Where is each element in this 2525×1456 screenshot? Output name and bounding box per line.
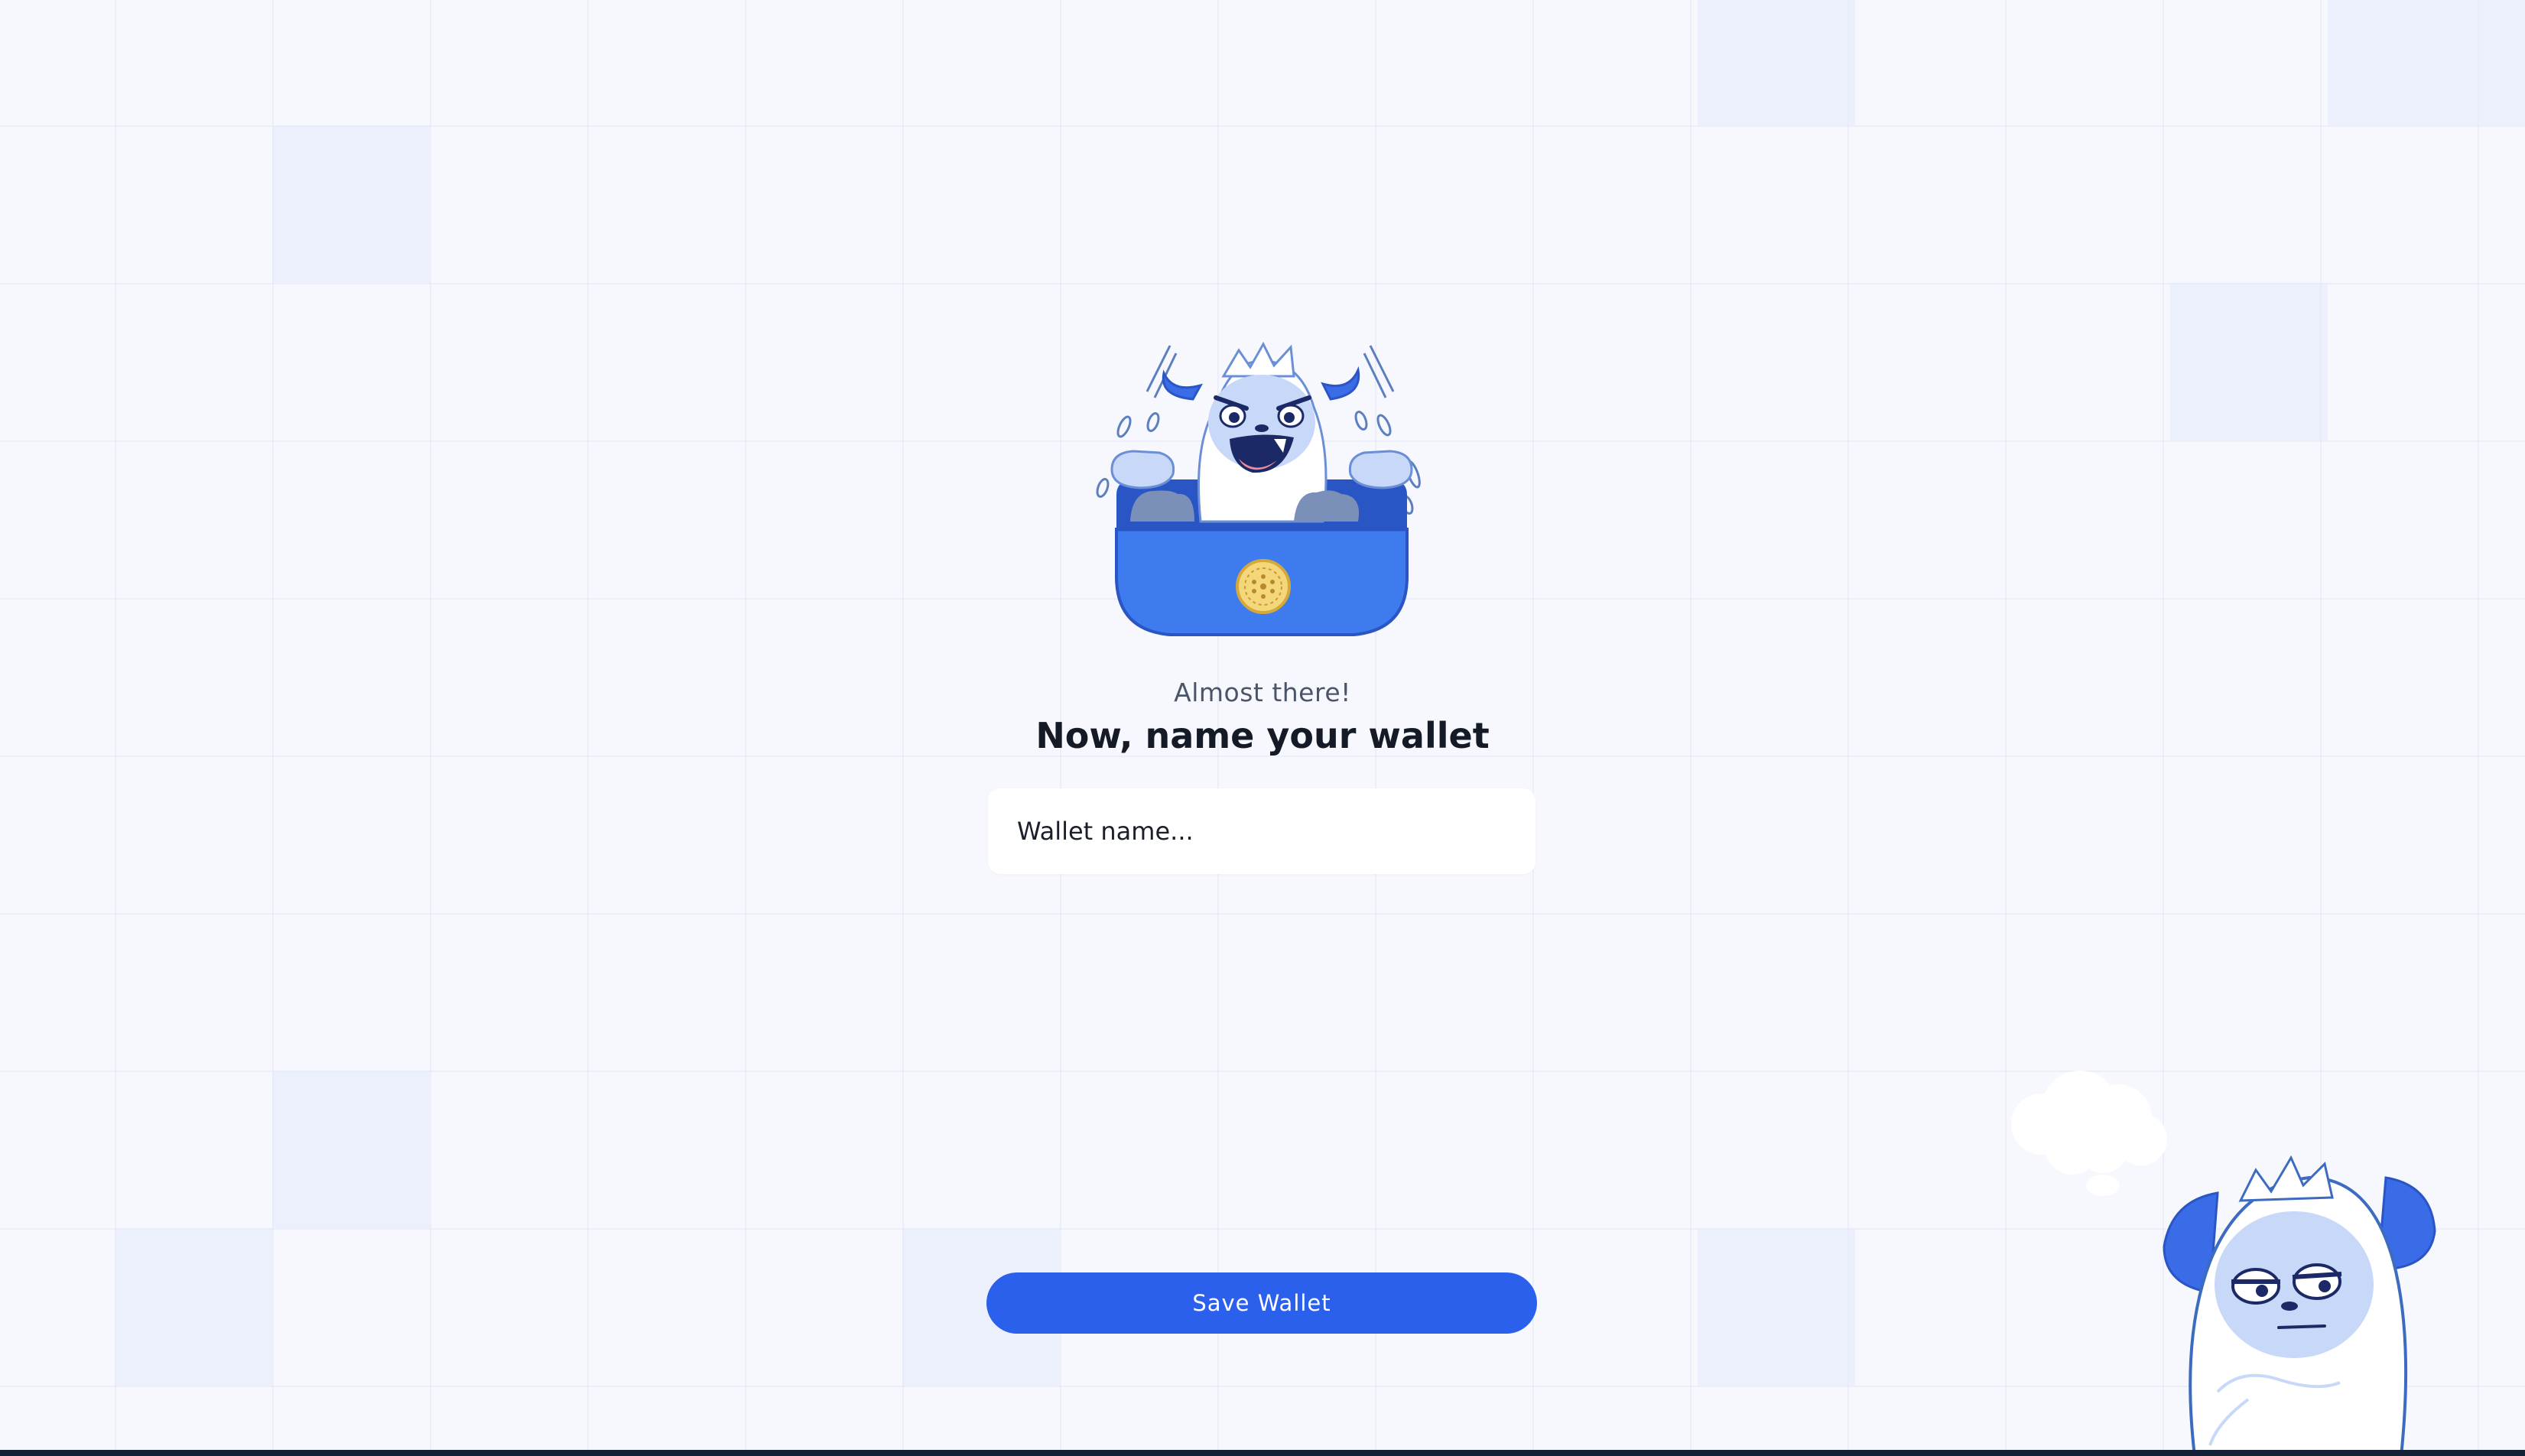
yeti-in-wallet-icon [1096,341,1421,636]
coin-icon [1236,559,1291,614]
thought-bubble-icon [2011,1071,2167,1196]
background-tile [2328,0,2525,125]
page-title: Now, name your wallet [1035,715,1490,756]
subtitle: Almost there! [1174,678,1351,707]
background-tile [2170,283,2328,440]
motion-line [1363,353,1387,398]
onboarding-page: Almost there! Now, name your wallet Save… [0,0,2525,1456]
motion-line [1369,345,1395,392]
thinking-yeti-icon [2011,1071,2436,1456]
save-wallet-button[interactable]: Save Wallet [986,1272,1537,1334]
background-tile [272,1071,430,1228]
background-tile [115,1228,272,1386]
bottom-strip [0,1450,2525,1456]
background-tile [272,125,430,283]
background-tile [1698,1228,1855,1386]
wallet-name-input[interactable] [988,788,1535,874]
background-tile [1698,0,1855,125]
